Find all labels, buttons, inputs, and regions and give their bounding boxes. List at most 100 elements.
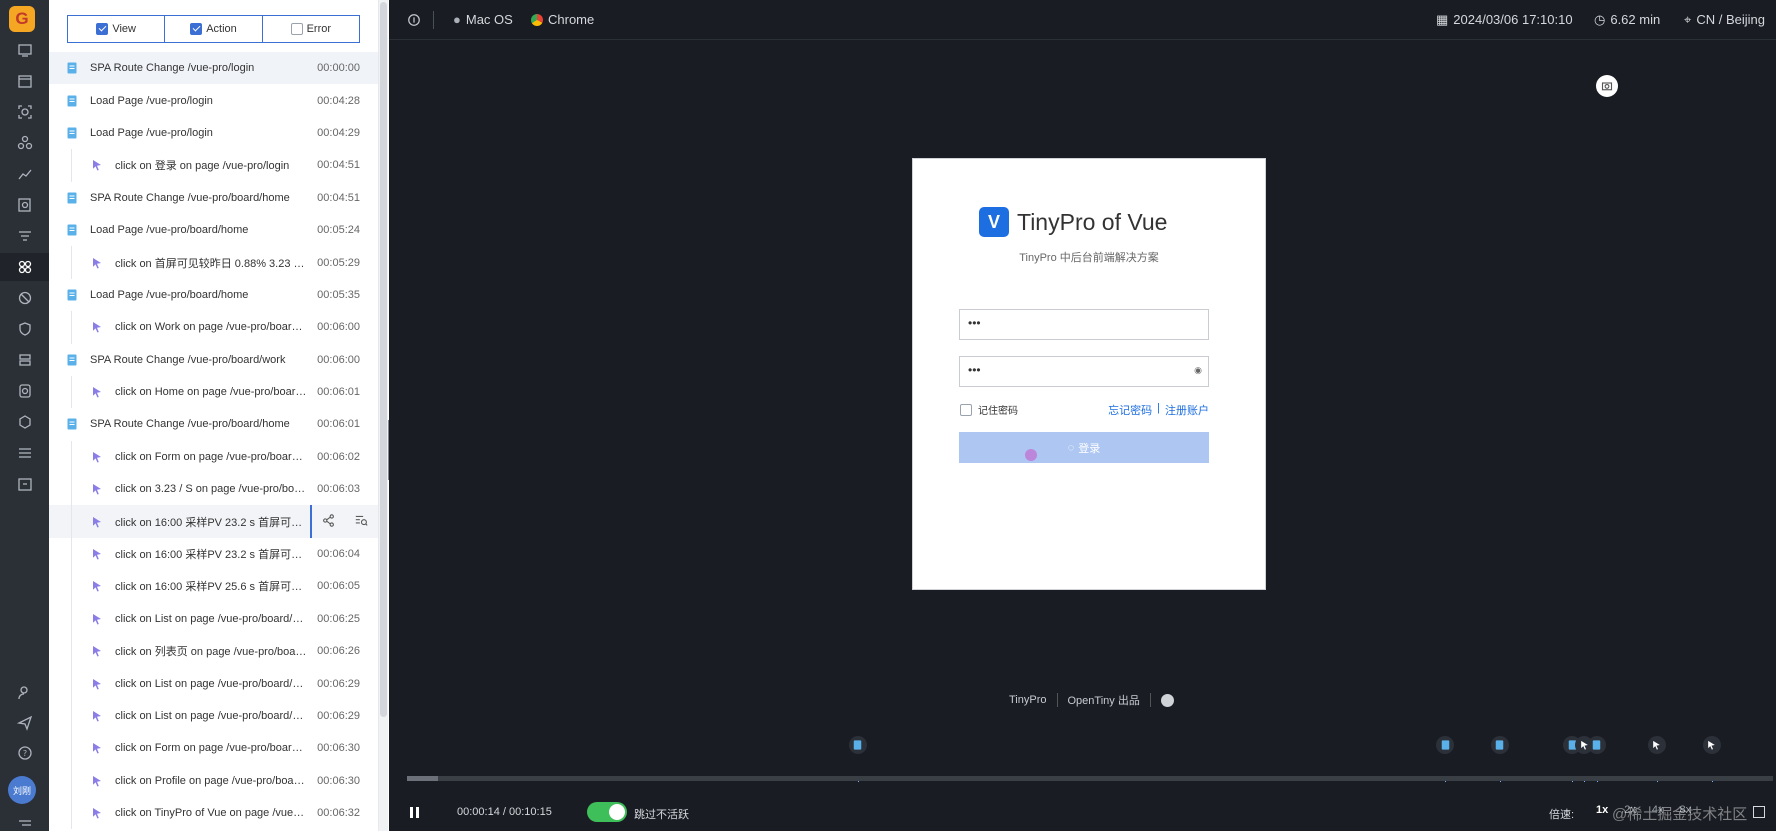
session-info-icon[interactable] [407, 13, 421, 27]
filter-error[interactable]: Error [263, 16, 359, 42]
filter-view-label: View [112, 23, 136, 35]
event-label: Load Page /vue-pro/login [90, 126, 213, 139]
os-label: Mac OS [465, 12, 513, 27]
password-input[interactable]: ••• ◉ [959, 356, 1209, 387]
timeline-action-marker[interactable] [1647, 736, 1666, 754]
search-detail-icon[interactable] [355, 514, 368, 530]
timeline-view-marker[interactable] [1587, 736, 1606, 754]
filter-action[interactable]: Action [165, 16, 263, 42]
click-pointer-icon [91, 257, 103, 269]
session-replay-icon[interactable] [0, 253, 49, 281]
view-event-row[interactable]: SPA Route Change /vue-pro/board/work 00:0… [49, 344, 378, 376]
action-event-row[interactable]: click on 16:00 采样PV 25.6 s 首屏可… 00:06:05 [49, 570, 378, 603]
event-time: 00:06:25 [317, 612, 360, 625]
footer-opentiny[interactable]: OpenTiny 出品 [1068, 692, 1140, 708]
action-event-row[interactable]: click on Profile on page /vue-pro/boar… 0… [49, 764, 378, 797]
timeline-bar[interactable] [407, 776, 1773, 781]
app-logo[interactable]: G [9, 6, 35, 32]
camera-icon[interactable] [0, 377, 49, 405]
modules-icon[interactable] [0, 129, 49, 157]
filter-error-checkbox[interactable] [290, 23, 303, 35]
pause-button[interactable] [407, 804, 421, 820]
timeline-view-marker[interactable] [1490, 736, 1509, 754]
event-time: 00:05:24 [317, 224, 360, 237]
action-event-row[interactable]: click on Work on page /vue-pro/boar… 00:0… [49, 311, 378, 344]
action-event-row[interactable]: click on TinyPro of Vue on page /vue-… 00… [49, 796, 378, 830]
timeline-view-marker[interactable] [1436, 736, 1455, 754]
search-report-icon[interactable] [0, 191, 49, 219]
skip-inactive-toggle[interactable] [587, 802, 627, 822]
archive-icon[interactable] [0, 470, 49, 498]
sliders-icon[interactable] [0, 439, 49, 467]
package-icon[interactable] [0, 408, 49, 436]
eye-off-icon[interactable]: ◉ [1194, 365, 1202, 376]
action-event-row[interactable]: click on Home on page /vue-pro/boar… 00:0… [49, 375, 378, 409]
view-event-row[interactable]: Load Page /vue-pro/login 00:04:29 [49, 117, 378, 149]
calendar-icon[interactable] [0, 67, 49, 95]
login-button[interactable]: ◌ 登录 [959, 432, 1209, 463]
scan-icon[interactable] [0, 98, 49, 126]
analytics-icon[interactable] [0, 160, 49, 188]
event-tree-line [71, 796, 72, 830]
action-event-row[interactable]: click on 3.23 / S on page /vue-pro/bo… 00… [49, 473, 378, 506]
action-event-row[interactable]: click on 16:00 采样PV 23.2 s 首屏可… [49, 505, 378, 538]
block-icon[interactable] [0, 284, 49, 312]
view-event-row[interactable]: SPA Route Change /vue-pro/login 00:00:00 [49, 52, 378, 85]
session-location: ⌖ CN / Beijing [1684, 12, 1765, 28]
user-settings-icon[interactable] [0, 679, 49, 707]
speed-option[interactable]: 1x [1590, 800, 1614, 820]
action-event-row[interactable]: click on Form on page /vue-pro/boar… 00:0… [49, 732, 378, 765]
action-event-row[interactable]: click on List on page /vue-pro/board/… 00… [49, 602, 378, 636]
filter-view-checkbox[interactable] [96, 23, 109, 35]
event-time: 00:06:03 [317, 483, 360, 496]
github-icon[interactable] [1160, 693, 1174, 707]
remember-password[interactable]: 记住密码 [960, 402, 1018, 417]
action-event-row[interactable]: click on 首屏可见较昨日 0.88% 3.23 /… 00:05:29 [49, 246, 378, 279]
view-event-row[interactable]: SPA Route Change /vue-pro/board/home 00:0… [49, 408, 378, 440]
event-time: 00:06:26 [317, 645, 360, 658]
filter-view[interactable]: View [68, 16, 166, 42]
event-time: 00:06:29 [317, 677, 360, 690]
fullscreen-icon[interactable] [1753, 806, 1765, 818]
footer-tinypro[interactable]: TinyPro [1009, 694, 1047, 706]
action-event-row[interactable]: click on List on page /vue-pro/board/… 00… [49, 699, 378, 733]
click-pointer-icon [91, 548, 103, 560]
send-icon[interactable] [0, 709, 49, 737]
event-time: 00:06:02 [317, 450, 360, 463]
timeline-view-marker[interactable] [848, 736, 867, 754]
avatar[interactable]: 刘刚 [8, 776, 36, 804]
view-event-row[interactable]: Load Page /vue-pro/board/home 00:05:24 [49, 214, 378, 246]
share-icon[interactable] [322, 513, 335, 530]
event-list-scroll-thumb[interactable] [380, 2, 387, 717]
action-event-row[interactable]: click on Form on page /vue-pro/boar… 00:0… [49, 440, 378, 474]
apple-icon: ● [453, 12, 461, 27]
click-pointer-icon [91, 613, 103, 625]
event-label: SPA Route Change /vue-pro/board/home [90, 418, 290, 431]
username-input[interactable]: ••• [959, 309, 1209, 340]
register-link[interactable]: 注册账户 [1165, 402, 1209, 418]
filter-list-icon[interactable] [0, 222, 49, 250]
page-view-icon [1593, 740, 1601, 750]
action-event-row[interactable]: click on List on page /vue-pro/board/… 00… [49, 667, 378, 700]
action-event-row[interactable]: click on 登录 on page /vue-pro/login 00:04:… [49, 149, 378, 182]
shield-icon[interactable] [0, 315, 49, 343]
action-event-row[interactable]: click on 16:00 采样PV 23.2 s 首屏可… 00:06:04 [49, 537, 378, 571]
event-label: click on TinyPro of Vue on page /vue-… [115, 807, 307, 820]
view-event-row[interactable]: Load Page /vue-pro/board/home 00:05:35 [49, 279, 378, 311]
event-label: Load Page /vue-pro/board/home [90, 224, 249, 237]
view-event-row[interactable]: SPA Route Change /vue-pro/board/home 00:0… [49, 182, 378, 214]
click-pointer-icon [91, 807, 103, 819]
timeline-action-marker[interactable] [1702, 736, 1721, 754]
filter-action-checkbox[interactable] [190, 23, 203, 35]
remember-password-checkbox[interactable] [960, 403, 972, 416]
view-event-row[interactable]: Load Page /vue-pro/login 00:04:28 [49, 84, 378, 116]
forgot-password-link[interactable]: 忘记密码 [1108, 402, 1152, 418]
menu-collapse-icon[interactable] [0, 810, 49, 838]
dashboard-icon[interactable] [0, 36, 49, 64]
filter-action-label: Action [206, 23, 237, 35]
database-icon[interactable] [0, 346, 49, 374]
event-label: SPA Route Change /vue-pro/board/work [90, 353, 286, 366]
help-icon[interactable]: ? [0, 739, 49, 767]
screenshot-icon[interactable] [1596, 75, 1618, 97]
action-event-row[interactable]: click on 列表页 on page /vue-pro/boa… 00:06:… [49, 635, 378, 668]
